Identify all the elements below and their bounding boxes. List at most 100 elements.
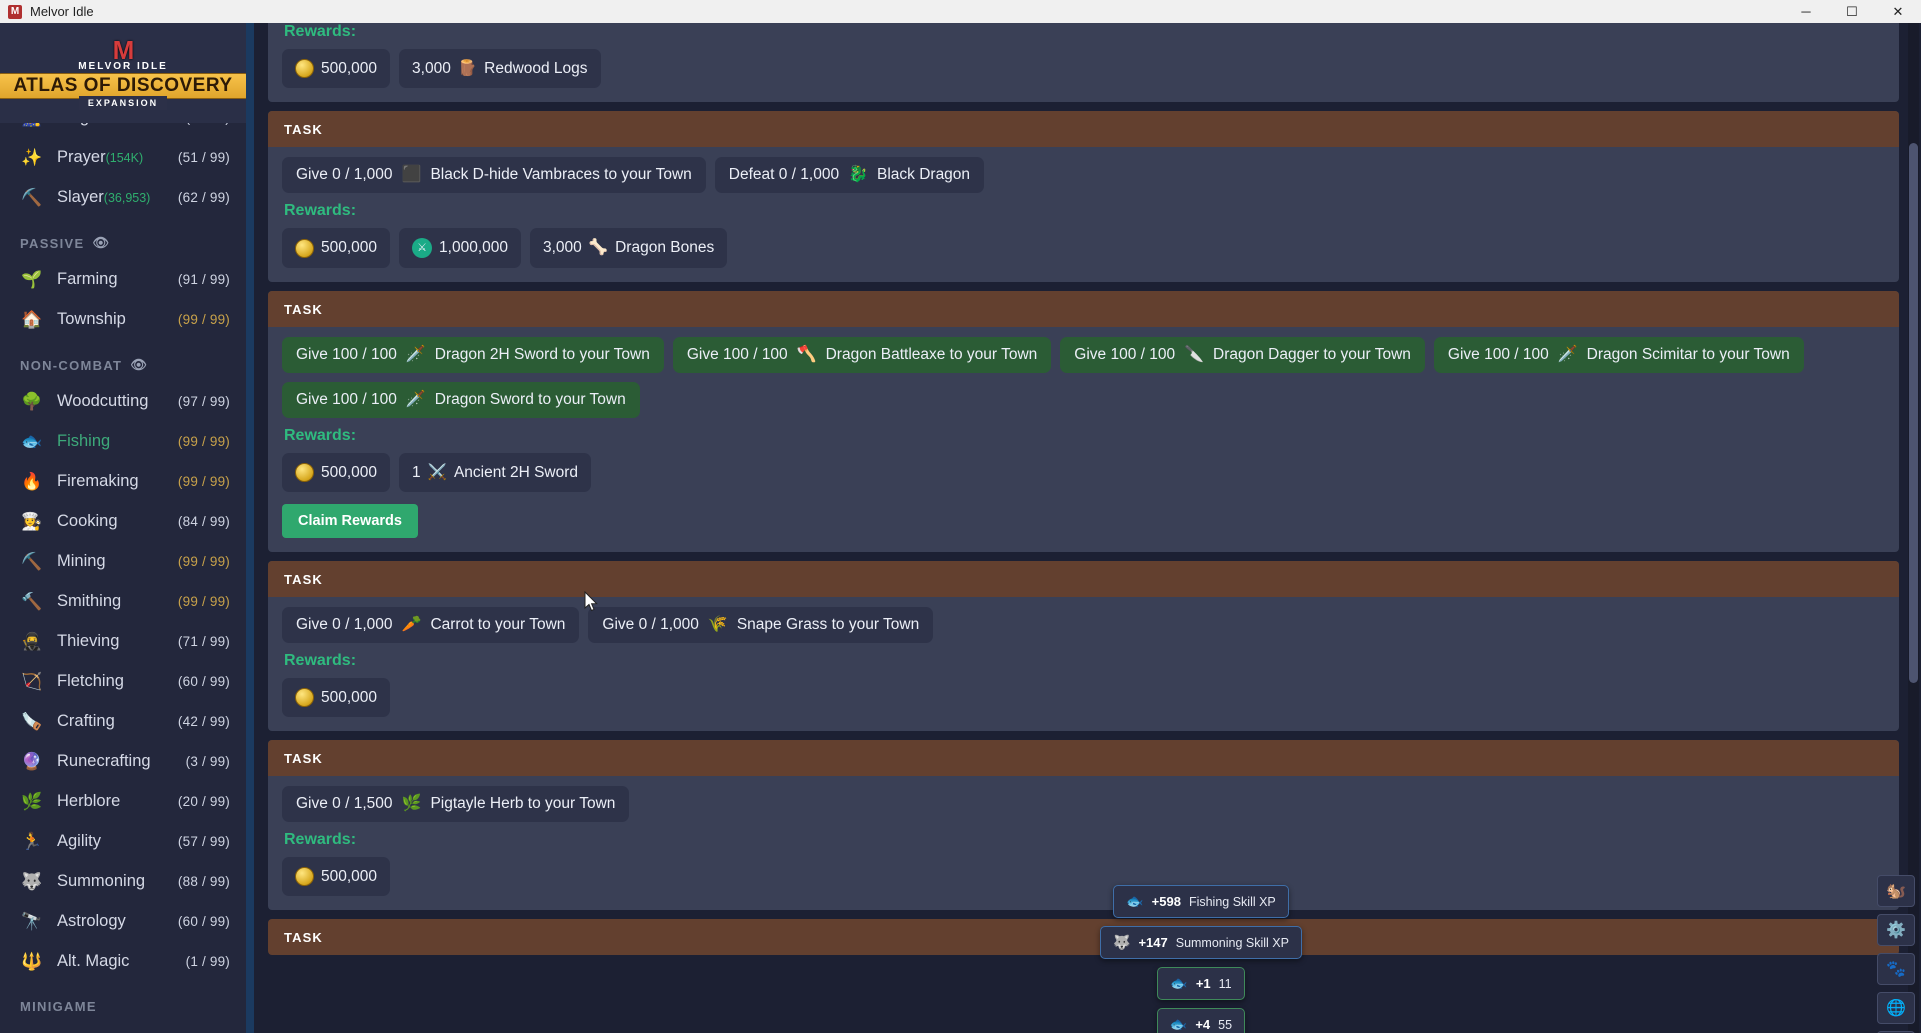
sidebar-item-slayer[interactable]: ⛏️ Slayer(36,953) (62 / 99) bbox=[0, 177, 246, 217]
requirement-progress: Give 100 / 100 bbox=[296, 391, 397, 409]
sidebar-item-firemaking[interactable]: 🔥 Firemaking (99 / 99) bbox=[0, 461, 246, 501]
settings-gear-button[interactable]: ⚙️ bbox=[1877, 914, 1915, 946]
sidebar-item-summoning[interactable]: 🐺 Summoning (88 / 99) bbox=[0, 861, 246, 901]
sidebar-item-farming[interactable]: 🌱 Farming (91 / 99) bbox=[0, 259, 246, 299]
sidebar-item-label: Runecrafting bbox=[57, 751, 151, 770]
skill-level: (71 / 99) bbox=[177, 633, 230, 649]
task-requirement: Give 0 / 1,500 🌿 Pigtayle Herb to your T… bbox=[282, 786, 630, 822]
task-rewards: 500,000 3,000 🪵 Redwood Logs bbox=[282, 49, 1885, 88]
dragon-bones-icon: 🦴 bbox=[588, 239, 609, 257]
task-card-header: TASK bbox=[268, 561, 1899, 597]
sidebar-item-label: Fishing bbox=[57, 431, 111, 450]
section-header-passive: PASSIVE 👁 bbox=[0, 217, 246, 259]
close-button[interactable]: ✕ bbox=[1875, 0, 1921, 23]
dragon-battleaxe-icon: 🪓 bbox=[796, 346, 817, 363]
section-header-minigame: MINIGAME bbox=[0, 981, 246, 1022]
task-card: TASK Give 100 / 100 🗡️ Dragon 2H Sword t… bbox=[268, 291, 1899, 552]
reward-amount: 500,000 bbox=[321, 688, 378, 706]
main-scrollbar-thumb[interactable] bbox=[1909, 143, 1918, 683]
sidebar-item-fletching[interactable]: 🏹 Fletching (60 / 99) bbox=[0, 661, 246, 701]
sidebar-item-astrology[interactable]: 🔭 Astrology (60 / 99) bbox=[0, 901, 246, 941]
sidebar-item-golbin-raid[interactable]: 👾 Golbin Raid Public Test bbox=[0, 1022, 246, 1033]
task-scroll-area[interactable]: Rewards: 500,000 3,000 🪵 Redwood Logs TAS… bbox=[268, 23, 1899, 1033]
skill-level: (99 / 99) bbox=[177, 553, 230, 569]
task-requirement: Defeat 0 / 1,000 🐉 Black Dragon bbox=[714, 157, 985, 193]
reward-gp: 500,000 bbox=[282, 228, 391, 268]
expansion-tag: EXPANSION bbox=[78, 96, 168, 110]
requirement-progress: Give 0 / 1,000 bbox=[296, 166, 393, 184]
skill-level: (42 / 99) bbox=[177, 713, 230, 729]
eye-icon[interactable]: 👁 bbox=[93, 235, 111, 251]
sidebar-item-agility[interactable]: 🏃 Agility (57 / 99) bbox=[0, 821, 246, 861]
reward-amount: 500,000 bbox=[321, 239, 378, 257]
gp-coin-icon bbox=[295, 59, 314, 78]
claim-rewards-button[interactable]: Claim Rewards bbox=[282, 504, 418, 538]
slayer-icon: ⛏️ bbox=[21, 187, 43, 207]
sidebar-item-thieving[interactable]: 🥷 Thieving (71 / 99) bbox=[0, 621, 246, 661]
task-card-body: Rewards: 500,000 3,000 🪵 Redwood Logs bbox=[268, 23, 1899, 102]
skill-level: (99 / 99) bbox=[177, 311, 230, 327]
pet-icon: 🐿️ bbox=[1886, 883, 1906, 900]
pigtayle-herb-icon: 🌿 bbox=[401, 795, 422, 812]
requirement-progress: Give 0 / 1,000 bbox=[602, 616, 699, 634]
combat-button[interactable]: 🐾 bbox=[1877, 953, 1915, 985]
globe-button[interactable]: 🌐 bbox=[1877, 992, 1915, 1024]
gp-coin-icon bbox=[295, 463, 314, 482]
sidebar-item-cooking[interactable]: 👩‍🍳 Cooking (84 / 99) bbox=[0, 501, 246, 541]
sidebar-item-runecrafting[interactable]: 🔮 Runecrafting (3 / 99) bbox=[0, 741, 246, 781]
sidebar-item-township[interactable]: 🏠 Township (99 / 99) bbox=[0, 299, 246, 339]
sidebar-item-herblore[interactable]: 🌿 Herblore (20 / 99) bbox=[0, 781, 246, 821]
maximize-button[interactable]: ☐ bbox=[1829, 0, 1875, 23]
reward-amount: 500,000 bbox=[321, 59, 378, 77]
summoning-xp-icon: 🐺 bbox=[1113, 934, 1131, 950]
gp-coin-icon bbox=[295, 688, 314, 707]
reward-amount: 500,000 bbox=[321, 463, 378, 481]
requirement-item: Pigtayle Herb to your Town bbox=[430, 795, 616, 813]
task-card-header: TASK bbox=[268, 111, 1899, 147]
township-icon: 🏠 bbox=[21, 309, 43, 329]
reward-amount: 3,000 bbox=[543, 239, 582, 257]
sidebar-item-fishing[interactable]: 🐟 Fishing (99 / 99) bbox=[0, 421, 246, 461]
dragon-scimitar-icon: 🗡️ bbox=[1557, 346, 1578, 363]
task-rewards: 500,000 bbox=[282, 678, 1885, 717]
sidebar-item-label: Summoning bbox=[57, 871, 146, 890]
requirement-item: Dragon Scimitar to your Town bbox=[1586, 346, 1790, 364]
expansion-banner: M MELVOR IDLE ATLAS OF DISCOVERY EXPANSI… bbox=[0, 23, 246, 123]
sidebar-item-prayer[interactable]: ✨ Prayer(154K) (51 / 99) bbox=[0, 137, 246, 177]
prayer-star-icon: ✨ bbox=[21, 147, 43, 167]
settings-gear-icon: ⚙️ bbox=[1886, 922, 1906, 939]
requirement-progress: Give 0 / 1,000 bbox=[296, 616, 393, 634]
reward-amount: 3,000 bbox=[412, 59, 451, 77]
sidebar-item-label: Crafting bbox=[57, 711, 115, 730]
window-title-bar: Melvor Idle ─ ☐ ✕ bbox=[0, 0, 1921, 23]
eye-icon[interactable]: 👁 bbox=[130, 357, 148, 373]
fish-item-icon: 🐟 bbox=[1170, 975, 1188, 991]
mining-icon: ⛏️ bbox=[21, 551, 43, 571]
black-dragon-icon: 🐉 bbox=[848, 166, 868, 183]
woodcutting-icon: 🌳 bbox=[21, 391, 43, 411]
sidebar-item-woodcutting[interactable]: 🌳 Woodcutting (97 / 99) bbox=[0, 381, 246, 421]
sidebar-item-crafting[interactable]: 🪚 Crafting (42 / 99) bbox=[0, 701, 246, 741]
toast-notification: 🐟 +598 Fishing Skill XP bbox=[1113, 885, 1289, 918]
cooking-icon: 👩‍🍳 bbox=[21, 511, 43, 531]
sidebar-item-mining[interactable]: ⛏️ Mining (99 / 99) bbox=[0, 541, 246, 581]
reward-item: 1 ⚔️ Ancient 2H Sword bbox=[399, 453, 592, 492]
toast-label: Fishing Skill XP bbox=[1188, 894, 1276, 909]
requirement-progress: Give 100 / 100 bbox=[686, 346, 788, 364]
astrology-icon: 🔭 bbox=[21, 911, 43, 931]
sidebar-item-smithing[interactable]: 🔨 Smithing (99 / 99) bbox=[0, 581, 246, 621]
pet-button[interactable]: 🐿️ bbox=[1877, 875, 1915, 907]
minimize-button[interactable]: ─ bbox=[1783, 0, 1829, 23]
sidebar-item-label: Township bbox=[57, 309, 126, 328]
task-card-body: Give 100 / 100 🗡️ Dragon 2H Sword to you… bbox=[268, 327, 1899, 552]
toast-amount: +147 bbox=[1138, 935, 1168, 950]
toast-notification: 🐟 +1 11 bbox=[1157, 967, 1245, 1000]
black-dhide-vambraces-icon: ⬛ bbox=[401, 166, 422, 183]
skill-xp: (154K) bbox=[105, 150, 144, 165]
rewards-label: Rewards: bbox=[284, 652, 357, 669]
app-root: M MELVOR IDLE ATLAS OF DISCOVERY EXPANSI… bbox=[0, 23, 1921, 1033]
task-requirements: Give 100 / 100 🗡️ Dragon 2H Sword to you… bbox=[282, 337, 1885, 418]
gp-coin-icon bbox=[295, 867, 314, 886]
task-requirement: Give 0 / 1,000 🥕 Carrot to your Town bbox=[282, 607, 580, 643]
sidebar-item-alt-magic[interactable]: 🔱 Alt. Magic (1 / 99) bbox=[0, 941, 246, 981]
